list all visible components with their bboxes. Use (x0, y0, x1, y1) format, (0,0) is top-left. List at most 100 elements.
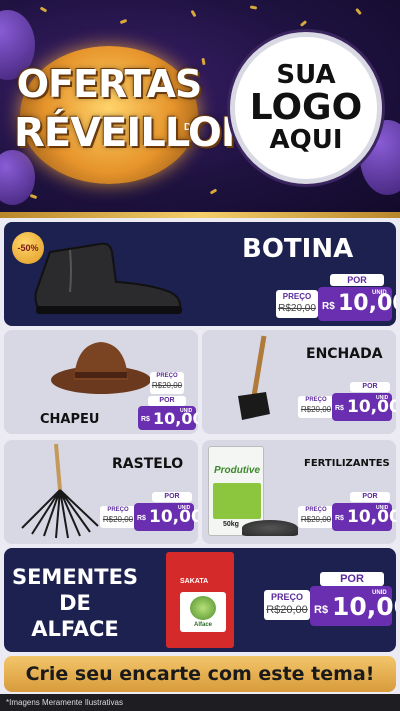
gold-divider (0, 212, 400, 218)
new-price-box: R$ 10,00 UNID (318, 287, 396, 321)
unit-label: UNID (372, 590, 387, 596)
confetti-decoration (29, 193, 38, 200)
fertilizer-pile (242, 520, 298, 536)
confetti-decoration (39, 6, 48, 13)
old-price: R$20,00 (266, 604, 308, 616)
old-price-box: PREÇO R$20,00 (100, 506, 136, 528)
confetti-decoration (299, 20, 308, 27)
old-price: R$20,00 (102, 515, 134, 524)
packet-brand: SAKATA (180, 578, 209, 585)
old-price: R$20,00 (300, 405, 332, 414)
new-price: 10,00 (347, 507, 396, 527)
unit-label: UNID (180, 408, 193, 414)
product-card-rastelo: RASTELO POR PREÇO R$20,00 R$ 10,00 UNID (4, 440, 198, 544)
product-name: RASTELO (112, 456, 184, 472)
old-price-box: PREÇO R$20,00 (150, 372, 184, 394)
currency: R$ (335, 515, 344, 522)
price-tag: POR PREÇO R$20,00 R$ 10,00 UNID (100, 492, 198, 538)
bag-weight: 50kg (223, 521, 239, 528)
product-card-chapeu: CHAPEU PREÇO R$20,00 POR R$ 10,00 UNID (4, 330, 198, 434)
price-tag: POR PREÇO R$20,00 R$ 10,00 UNID (298, 492, 396, 538)
old-price: R$20,00 (278, 303, 316, 314)
product-card-enchada: ENCHADA POR PREÇO R$20,00 R$ 10,00 UNID (202, 330, 396, 434)
unit-label: UNID (376, 505, 389, 511)
hoe-illustration (238, 335, 270, 420)
logo-text-line-1: SUA (276, 59, 336, 90)
currency: R$ (314, 604, 329, 616)
bag-brand: Produtive (213, 465, 261, 476)
title-top: OFERTAS (16, 62, 203, 106)
confetti-decoration (355, 7, 362, 16)
por-label: POR (152, 492, 192, 502)
new-price: 10,00 (149, 507, 198, 527)
packet-variety: Alface (193, 622, 212, 628)
cta-banner[interactable]: Crie seu encarte com este tema! (4, 656, 396, 692)
event-title: OFERTAS DE RÉVEILLON (14, 40, 254, 190)
price-tag: POR PREÇO R$20,00 R$ 10,00 UNID (298, 382, 396, 428)
por-label: POR (350, 382, 390, 392)
product-name: CHAPEU (40, 412, 100, 427)
header-banner: OFERTAS DE RÉVEILLON SUA LOGO AQUI (0, 0, 400, 216)
new-price-box: R$ 10,00 UNID (138, 406, 198, 430)
new-price-box: R$ 10,00 UNID (134, 503, 198, 531)
new-price: 10,00 (338, 291, 396, 316)
unit-label: UNID (178, 505, 191, 511)
product-name: ENCHADA (306, 346, 383, 362)
disclaimer: *Imagens Meramente Ilustrativas (0, 694, 400, 711)
logo-placeholder: SUA LOGO AQUI (230, 32, 382, 184)
new-price-box: R$ 10,00 UNID (310, 586, 396, 626)
old-price: R$20,00 (300, 515, 332, 524)
por-label: POR (350, 492, 390, 502)
price-tag: POR PREÇO R$20,00 R$ 10,00 UNID (276, 274, 396, 322)
preco-label: PREÇO (305, 507, 327, 513)
logo-text-line-2: LOGO (249, 87, 363, 129)
por-label: POR (330, 274, 384, 286)
preco-label: PREÇO (107, 507, 129, 513)
packet-label: Alface (180, 592, 226, 632)
new-price-box: R$ 10,00 UNID (332, 503, 396, 531)
product-name-line-3: ALFACE (31, 617, 119, 641)
product-name-line-2: DE (59, 591, 91, 615)
new-price: 10,00 (347, 397, 396, 417)
logo-text-line-3: AQUI (269, 124, 343, 155)
preco-label: PREÇO (305, 397, 327, 403)
old-price: R$20,00 (151, 381, 183, 390)
confetti-decoration (249, 5, 258, 10)
confetti-decoration (119, 18, 128, 25)
seed-packet: SAKATA Alface (166, 552, 234, 648)
new-price-box: R$ 10,00 UNID (332, 393, 396, 421)
confetti-decoration (209, 188, 218, 195)
confetti-decoration (190, 9, 197, 18)
product-name: BOTINA (242, 234, 354, 264)
product-card-botina: -50% BOTINA POR PREÇO R$20,00 R$ 10,00 U… (4, 222, 396, 326)
bag-label (213, 483, 261, 519)
preco-label: PREÇO (282, 292, 312, 301)
old-price-box: PREÇO R$20,00 (298, 396, 334, 418)
old-price-box: PREÇO R$20,00 (298, 506, 334, 528)
rake-illustration (21, 443, 99, 539)
price-tag: PREÇO R$20,00 POR R$ 10,00 UNID (138, 370, 198, 432)
flyer: OFERTAS DE RÉVEILLON SUA LOGO AQUI -50% … (0, 0, 400, 711)
por-label: POR (320, 572, 384, 586)
product-name-line-1: SEMENTES (11, 565, 139, 589)
product-card-fertilizantes: Produtive 50kg FERTILIZANTES POR PREÇO R… (202, 440, 396, 544)
lettuce-image (190, 596, 216, 620)
currency: R$ (335, 405, 344, 412)
unit-label: UNID (376, 395, 389, 401)
currency: R$ (137, 515, 146, 522)
preco-label: PREÇO (156, 373, 178, 379)
price-tag: POR PREÇO R$20,00 R$ 10,00 UNID (264, 572, 396, 628)
product-name: SEMENTES DE ALFACE (10, 564, 140, 642)
title-bottom: RÉVEILLON (14, 110, 254, 156)
product-name: FERTILIZANTES (304, 458, 390, 469)
old-price-box: PREÇO R$20,00 (276, 290, 318, 318)
currency: R$ (141, 416, 150, 423)
por-label: POR (148, 396, 186, 406)
currency: R$ (322, 301, 335, 312)
product-card-sementes: SEMENTES DE ALFACE SAKATA Alface POR PRE… (4, 548, 396, 652)
preco-label: PREÇO (270, 592, 303, 602)
old-price-box: PREÇO R$20,00 (264, 590, 310, 620)
boot-illustration (34, 242, 182, 314)
new-price: 10,00 (332, 592, 396, 621)
unit-label: UNID (372, 290, 387, 296)
